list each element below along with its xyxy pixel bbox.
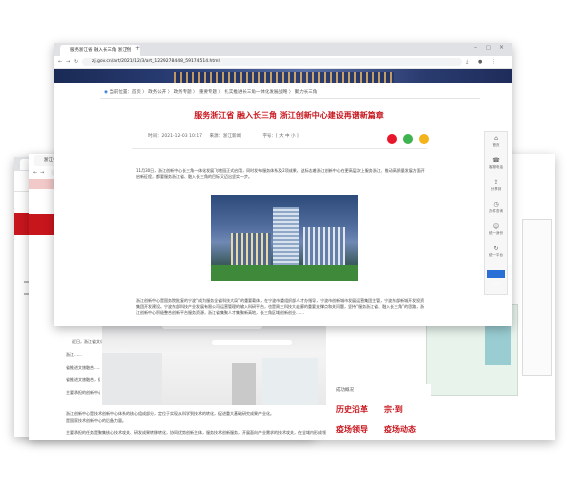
minimize-icon[interactable]: – [474, 44, 477, 52]
sidebar-item-clock[interactable]: ◷ 办件查询 [485, 200, 507, 220]
breadcrumb-item[interactable]: 聚力长三角 [295, 90, 318, 95]
location-icon: ◉ [104, 90, 108, 95]
red-label-history[interactable]: 历史沿革 [336, 404, 368, 415]
breadcrumb: ◉ 当前位置：首页 〉 政务公开 〉 政务专题 〉 重要专题 〉 扎实推进长三角… [104, 90, 318, 95]
middle-sidebar-box [522, 219, 552, 376]
qq-share-icon[interactable] [419, 134, 430, 144]
office-photo [102, 318, 326, 405]
sidebar-item-share[interactable]: ⇪ 分享到 [485, 178, 507, 198]
article-photo [211, 195, 358, 281]
back-arrow-icon[interactable]: ← [33, 169, 37, 177]
site-banner [54, 69, 512, 83]
front-browser-window: 服务浙江省 融入长三角 浙江创 × + – □ × ← → ↻ zj.gov.c… [54, 43, 512, 326]
red-label-lead[interactable]: 疫场领导 [336, 424, 368, 435]
article-title: 服务浙江省 融入长三角 浙江创新中心建设再谱新篇章 [194, 111, 384, 120]
phone-icon: ☎ [492, 157, 500, 164]
article-source: 来源：浙江新闻 [209, 134, 242, 139]
sidebar-label: 分享到 [490, 187, 502, 191]
floating-sidebar: ⌂ 首页 ☎ 客服电话 ⇪ 分享到 ◷ 办件查询 ☺ 统一身份 ↻ 统一平台 T… [484, 131, 508, 295]
front-toolbar: ← → ↻ zj.gov.cn/art/2021/12/3/art_122927… [54, 56, 512, 69]
refresh-icon: ↻ [493, 245, 499, 252]
breadcrumb-divider [100, 98, 480, 99]
banner-skyline [174, 72, 394, 83]
info-panel: 成功概况 历史沿革 宗·到 疫场领导 疫场动态 [326, 384, 431, 440]
share-icon: ⇪ [493, 179, 499, 186]
breadcrumb-item[interactable]: 政务专题 [174, 90, 192, 95]
photo-building [303, 227, 345, 267]
wechat-share-icon[interactable] [403, 134, 414, 144]
forward-arrow-icon[interactable]: → [66, 58, 70, 66]
close-icon[interactable]: × [499, 44, 504, 52]
ceiling-light [212, 340, 292, 345]
middle-paragraph: 省推进文旅融合…… [66, 365, 100, 370]
top-icon: TOP [492, 282, 500, 286]
middle-paragraph: 省推进文旅融合，促进文化和旅游深度融合…… [66, 377, 100, 382]
photo-tower [273, 207, 299, 267]
breadcrumb-item[interactable]: 扎实推进长三角一体化发展战略 [224, 90, 287, 95]
article-date: 时间：2021-12-03 10:17 [148, 134, 203, 139]
clock-icon: ◷ [493, 201, 499, 208]
user-icon: ☺ [492, 223, 500, 230]
red-label-dynamic[interactable]: 疫场动态 [384, 424, 416, 435]
font-size-control[interactable]: 字号：[ 大 中 小 ] [262, 134, 298, 139]
back-arrow-icon[interactable]: ← [58, 58, 62, 66]
download-icon[interactable]: ⤓ [466, 58, 468, 66]
middle-paragraph: 是国家技术创新中心的后备力量。 [66, 418, 126, 423]
sidebar-item-phone[interactable]: ☎ 客服电话 [485, 156, 507, 176]
sidebar-label: 首页 [492, 143, 500, 147]
office-door [232, 363, 256, 405]
middle-paragraph: 浙江…… [66, 352, 82, 357]
wall-decoration [262, 358, 318, 405]
weibo-share-icon[interactable] [387, 134, 397, 144]
tab-close-icon[interactable]: × [125, 45, 129, 53]
meta-divider [132, 148, 427, 149]
new-tab-icon[interactable]: + [135, 45, 140, 53]
reload-icon[interactable]: ↻ [74, 58, 78, 66]
article-meta: 时间：2021-12-03 10:17 来源：浙江新闻 字号：[ 大 中 小 ] [148, 133, 299, 139]
breadcrumb-item[interactable]: 政务公开 [148, 90, 166, 95]
sidebar-label: 统一平台 [489, 253, 503, 257]
sidebar-item-refresh[interactable]: ↻ 统一平台 [485, 244, 507, 264]
photo-building [231, 233, 271, 267]
sidebar-item-user[interactable]: ☺ 统一身份 [485, 222, 507, 242]
sidebar-label: 办件查询 [489, 209, 503, 213]
info-heading: 成功概况 [336, 388, 354, 393]
photo-lawn [211, 265, 358, 281]
wall-panel [102, 353, 162, 405]
share-icons [387, 129, 430, 144]
sidebar-label: 客服电话 [489, 165, 503, 169]
maximize-icon[interactable]: □ [486, 44, 491, 52]
breadcrumb-item[interactable]: 当前位置：首页 [109, 90, 141, 95]
front-tab-strip: 服务浙江省 融入长三角 浙江创 × + – □ × [54, 43, 512, 56]
middle-paragraph: 主要承担的创新中心技术的…… [66, 390, 100, 395]
article-paragraph: 浙江创新中心是国务院批复的宁波“成为服务全省科技大局”的重要载体，在宁波市委组织… [136, 298, 425, 315]
sidebar-item-top[interactable]: TOP [487, 270, 505, 286]
front-url-field[interactable]: zj.gov.cn/art/2021/12/3/art_1229278448_5… [82, 58, 462, 66]
home-icon: ⌂ [494, 135, 498, 142]
sidebar-item-home[interactable]: ⌂ 首页 [485, 134, 507, 154]
profile-icon[interactable]: ● [478, 58, 482, 66]
breadcrumb-item[interactable]: 重要专题 [199, 90, 217, 95]
forward-arrow-icon[interactable]: → [40, 169, 44, 177]
sidebar-label: 统一身份 [489, 231, 503, 235]
menu-icon[interactable]: ⋮ [491, 58, 496, 66]
article-paragraph: 11月30日，浙江创新中心长三角一体化发展飞地园正式启用，同时发布服务体系及2项… [136, 168, 425, 179]
red-label-news[interactable]: 宗·到 [384, 404, 403, 415]
